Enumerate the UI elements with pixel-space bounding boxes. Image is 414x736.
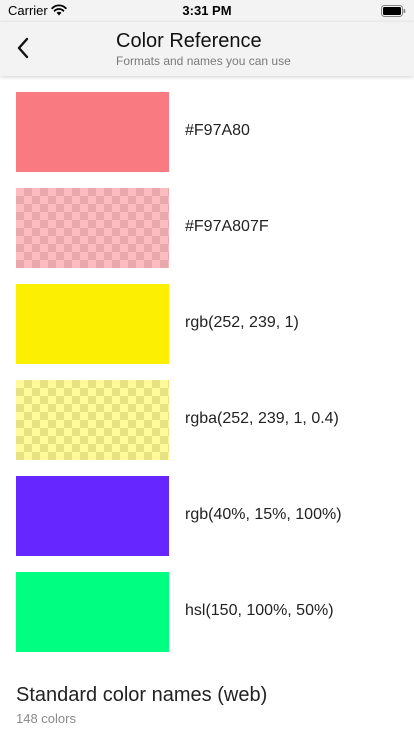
swatch-row[interactable]: #F97A807F [0,172,414,268]
swatch-fill [16,476,169,556]
color-swatch [16,476,169,556]
status-bar: Carrier 3:31 PM [0,0,414,22]
color-list[interactable]: #F97A80 #F97A807F rgb(252, 239, 1) rgba(… [0,76,414,736]
color-value-label: hsl(150, 100%, 50%) [185,602,334,619]
swatch-fill [16,92,169,172]
color-value-label: #F97A80 [185,122,250,139]
swatch-row[interactable]: rgb(252, 239, 1) [0,268,414,364]
swatch-row[interactable]: hsl(150, 100%, 50%) [0,556,414,652]
page-subtitle: Formats and names you can use [116,54,291,68]
status-time: 3:31 PM [182,3,232,18]
color-value-label: rgb(40%, 15%, 100%) [185,506,342,523]
color-swatch [16,92,169,172]
swatch-row[interactable]: rgb(40%, 15%, 100%) [0,460,414,556]
color-value-label: rgb(252, 239, 1) [185,314,299,331]
color-swatch [16,380,169,460]
swatch-fill [16,284,169,364]
color-value-label: #F97A807F [185,218,269,235]
color-value-label: rgba(252, 239, 1, 0.4) [185,410,339,427]
color-swatch [16,188,169,268]
swatch-row[interactable]: #F97A80 [0,76,414,172]
swatch-fill [16,188,169,268]
swatch-row[interactable]: rgba(252, 239, 1, 0.4) [0,364,414,460]
section-title: Standard color names (web) [16,684,268,706]
color-swatch [16,284,169,364]
chevron-left-icon [17,37,29,59]
navigation-bar: Color Reference Formats and names you ca… [0,22,414,76]
swatch-fill [16,380,169,460]
section-count: 148 colors [16,711,76,726]
swatch-fill [16,572,169,652]
back-button[interactable] [8,30,38,66]
color-swatch [16,572,169,652]
battery-icon [381,5,406,17]
page-title: Color Reference [116,30,262,52]
